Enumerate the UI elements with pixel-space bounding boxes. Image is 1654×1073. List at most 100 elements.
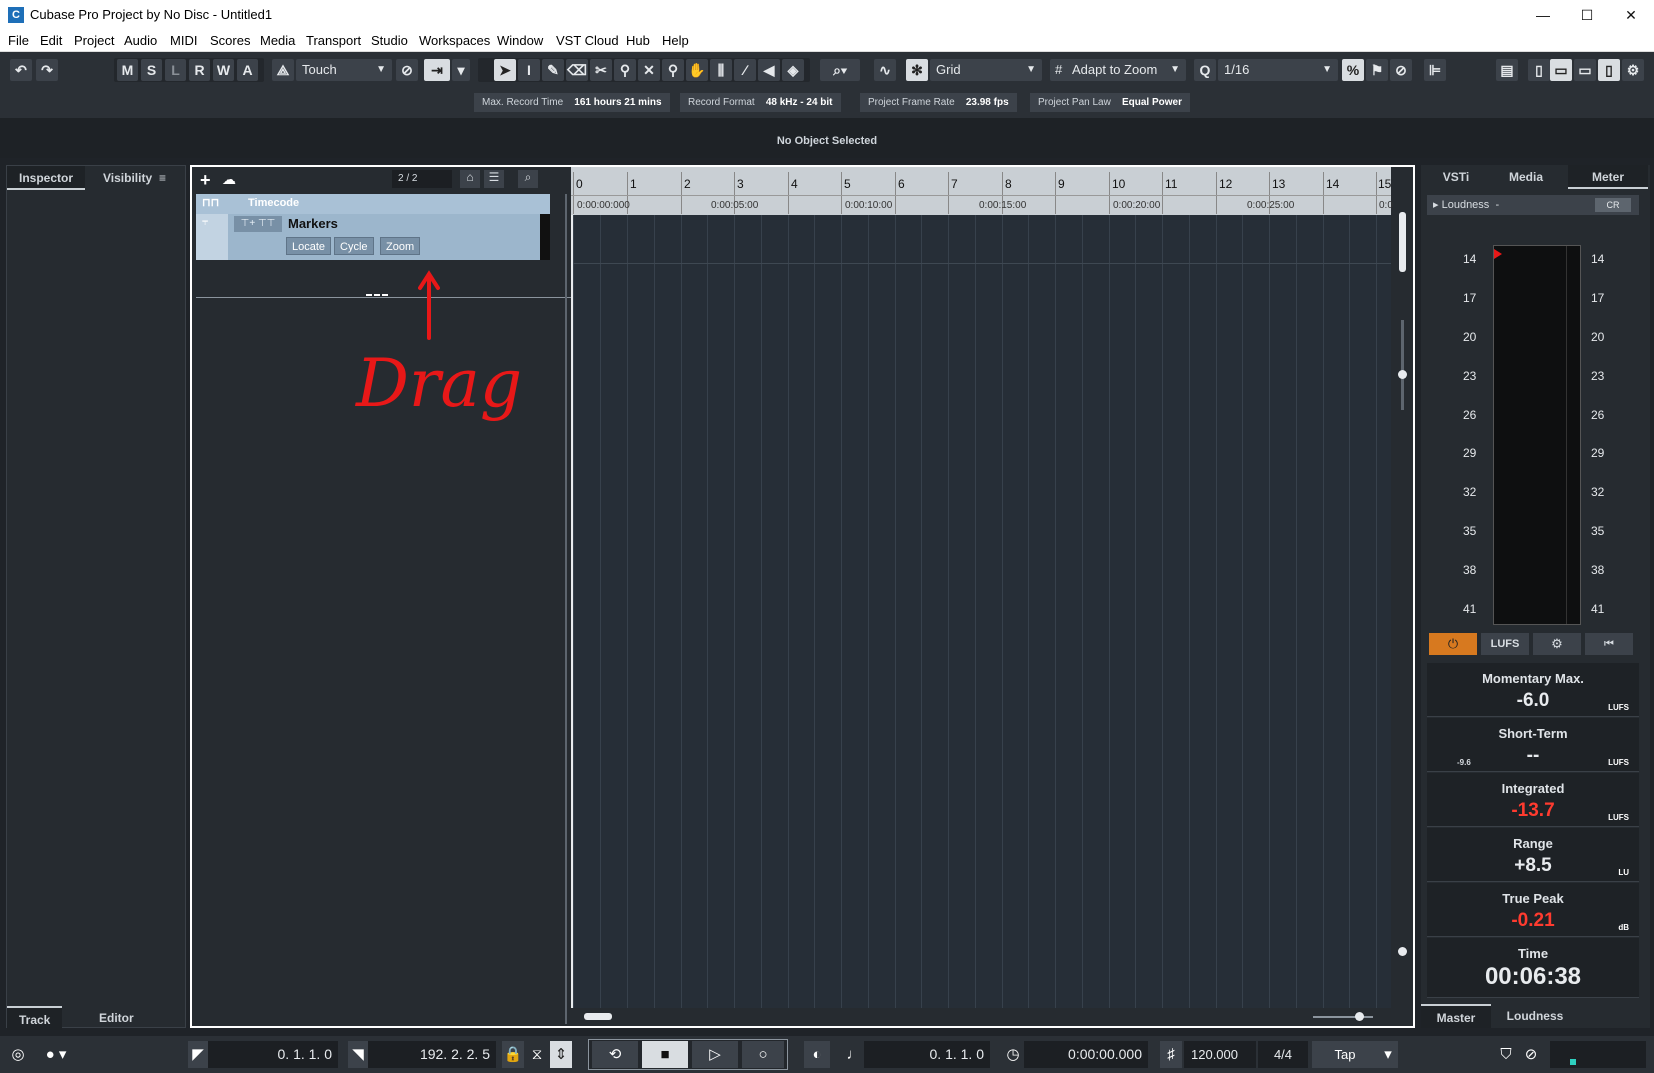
loudness-section-header[interactable]: ▸ Loudness - CR <box>1427 195 1639 215</box>
scrollbar-thumb[interactable] <box>1399 212 1406 272</box>
read-state-button[interactable]: R <box>189 59 210 81</box>
locate-button[interactable]: Locate <box>286 237 332 255</box>
stop-icon[interactable]: ■ <box>642 1041 688 1068</box>
tab-meter[interactable]: Meter <box>1568 165 1648 189</box>
marker-track-name[interactable]: Markers <box>288 216 338 231</box>
maximize-button[interactable]: ☐ <box>1572 4 1602 26</box>
write-state-button[interactable]: W <box>213 59 234 81</box>
grid-type-select[interactable]: # Adapt to Zoom ▼ <box>1050 59 1186 81</box>
snap-toggle-icon[interactable]: ✻ <box>906 59 928 81</box>
gear-icon[interactable]: ⚙ <box>1533 633 1581 655</box>
tracklist-splitter[interactable] <box>565 194 567 1024</box>
menu-vst-cloud[interactable]: VST Cloud <box>556 33 619 48</box>
event-display[interactable] <box>571 215 1391 1010</box>
minimize-button[interactable]: — <box>1528 4 1558 26</box>
hand-tool-icon[interactable]: ✋ <box>686 59 708 81</box>
zoom-slider-knob[interactable] <box>1398 947 1407 956</box>
left-locator-icon[interactable]: ◤ <box>188 1041 208 1068</box>
project-view-toggle-icon[interactable]: ▭ <box>1550 59 1572 81</box>
menu-help[interactable]: Help <box>662 33 689 48</box>
erase-tool-icon[interactable]: ⌫ <box>566 59 588 81</box>
right-locator-display[interactable]: 192. 2. 2. 5 <box>368 1041 496 1068</box>
iterative-quantize-icon[interactable]: % <box>1342 59 1364 81</box>
zoom-slider-knob[interactable] <box>1355 1012 1364 1021</box>
zoom-slider-knob[interactable] <box>1398 370 1407 379</box>
marker-navigate-icon[interactable]: ⛉ <box>1494 1041 1518 1068</box>
menu-hub[interactable]: Hub <box>626 33 650 48</box>
color-tool-icon[interactable]: ◈ <box>782 59 804 81</box>
scrollbar-thumb[interactable] <box>584 1013 612 1020</box>
cycle-icon[interactable]: ⟲ <box>592 1041 638 1068</box>
left-zone-toggle-icon[interactable]: ▯ <box>1528 59 1550 81</box>
performance-icon[interactable]: ◎ <box>6 1041 30 1068</box>
resize-handle[interactable] <box>366 294 388 296</box>
tab-master[interactable]: Master <box>1421 1004 1491 1028</box>
comp-tool-icon[interactable]: ⫼ <box>710 59 732 81</box>
reset-icon[interactable]: ⏮ <box>1585 633 1633 655</box>
mute-state-button[interactable]: M <box>117 59 138 81</box>
chevron-down-icon[interactable]: ▾ <box>1378 1041 1398 1068</box>
align-icon[interactable]: ⊫ <box>1424 59 1446 81</box>
tab-media[interactable]: Media <box>1491 165 1561 189</box>
max-record-time[interactable]: Max. Record Time 161 hours 21 mins <box>474 93 670 112</box>
tab-inspector[interactable]: Inspector <box>7 166 86 190</box>
object-selection-tool-icon[interactable]: ➤ <box>494 59 516 81</box>
mute-tool-icon[interactable]: ✕ <box>638 59 660 81</box>
snap-type-select[interactable]: Grid ▼ <box>930 59 1042 81</box>
undo-icon[interactable]: ↶ <box>10 59 32 81</box>
menu-transport[interactable]: Transport <box>306 33 361 48</box>
listen-state-button[interactable]: L <box>165 59 186 81</box>
automation-suspend-icon[interactable]: ⊘ <box>396 59 418 81</box>
add-track-from-template-icon[interactable]: ☁ <box>222 171 236 188</box>
record-format[interactable]: Record Format 48 kHz - 24 bit <box>680 93 841 112</box>
right-zone-toggle-icon[interactable]: ▯ <box>1598 59 1620 81</box>
metronome-icon[interactable]: ◐ <box>804 1041 830 1068</box>
punch-icon[interactable]: ⧖ <box>526 1041 548 1068</box>
menu-project[interactable]: Project <box>74 33 114 48</box>
tempo-display[interactable]: 120.000 <box>1184 1041 1256 1068</box>
quantize-select[interactable]: 1/16 ▼ <box>1218 59 1338 81</box>
tap-tempo-button[interactable]: Tap <box>1312 1041 1378 1068</box>
record-mode-icon[interactable]: ● ▾ <box>36 1041 76 1068</box>
menu-studio[interactable]: Studio <box>371 33 408 48</box>
timecode-track[interactable]: ⊓⊓ Timecode <box>196 194 550 214</box>
solo-state-button[interactable]: S <box>141 59 162 81</box>
automation-mode-select[interactable]: Touch ▼ <box>296 59 392 81</box>
close-button[interactable]: ✕ <box>1616 4 1646 26</box>
snap-type-icon[interactable]: ∿ <box>874 59 896 81</box>
draw-tool-icon[interactable]: ✎ <box>542 59 564 81</box>
zoom-button[interactable]: Zoom <box>380 237 421 255</box>
quantize-settings-icon[interactable]: ⚑ <box>1366 59 1388 81</box>
cycle-button[interactable]: Cycle <box>334 237 374 255</box>
signature-display[interactable]: 4/4 <box>1258 1041 1308 1068</box>
autoscroll-icon[interactable]: ⇥ <box>424 59 450 81</box>
project-frame-rate[interactable]: Project Frame Rate 23.98 fps <box>860 93 1017 112</box>
menu-edit[interactable]: Edit <box>40 33 62 48</box>
lufs-button[interactable]: LUFS <box>1481 633 1529 655</box>
search-icon[interactable]: ⌕ <box>518 170 538 188</box>
menu-file[interactable]: File <box>8 33 29 48</box>
auto-quantize-icon[interactable]: ⇕ <box>550 1041 572 1068</box>
split-tool-icon[interactable]: ✂ <box>590 59 612 81</box>
tab-visibility[interactable]: Visibility <box>91 166 164 190</box>
position-bars-display[interactable]: 0. 1. 1. 0 <box>864 1041 990 1068</box>
menu-window[interactable]: Window <box>497 33 543 48</box>
quantize-suspend-icon[interactable]: ⊘ <box>1390 59 1412 81</box>
menu-media[interactable]: Media <box>260 33 295 48</box>
lock-icon[interactable]: 🔒 <box>502 1041 524 1068</box>
sync-icon[interactable]: ⊘ <box>1520 1041 1542 1068</box>
record-icon[interactable]: ○ <box>742 1041 784 1068</box>
power-icon[interactable]: ⏻ <box>1429 633 1477 655</box>
horizontal-scrollbar[interactable] <box>568 1008 1393 1024</box>
tab-loudness[interactable]: Loudness <box>1495 1004 1575 1028</box>
menu-scores[interactable]: Scores <box>210 33 250 48</box>
play-icon[interactable]: ▷ <box>692 1041 738 1068</box>
ruler[interactable]: 0 1 2 3 4 5 6 7 8 9 10 11 12 13 14 15 0:… <box>571 167 1393 215</box>
window-layout-icon[interactable]: ▤ <box>1496 59 1518 81</box>
zoom-tool-icon[interactable]: ⚲ <box>662 59 684 81</box>
cr-badge[interactable]: CR <box>1595 198 1631 212</box>
tab-vsti[interactable]: VSTi <box>1421 165 1491 189</box>
menu-audio[interactable]: Audio <box>124 33 157 48</box>
snap-mode-icon[interactable]: ⌕▾ <box>820 59 860 81</box>
redo-icon[interactable]: ↷ <box>36 59 58 81</box>
